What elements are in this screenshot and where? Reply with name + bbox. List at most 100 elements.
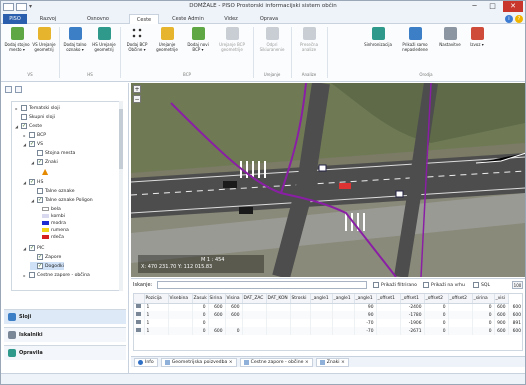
tab-road-closures[interactable]: Cestne zapore - občine × [239,357,313,367]
tab-oprava[interactable]: Oprava [253,14,285,24]
table-cell[interactable]: 0 [472,311,495,319]
table-cell[interactable]: 600 [208,303,226,311]
table-cell[interactable] [310,327,333,335]
add-new-bcp-button[interactable]: Dodaj novi BCP ▾ [184,27,212,52]
column-header[interactable]: Visina [225,294,243,304]
table-cell[interactable]: 600 [494,303,509,311]
table-cell[interactable] [225,319,243,327]
layer-checkbox[interactable] [37,150,43,156]
table-cell[interactable]: 600 [494,311,509,319]
table-cell[interactable]: 0 [424,319,449,327]
table-cell[interactable]: 0 [192,319,209,327]
table-cell[interactable]: -1906 [400,319,425,327]
add-road-marking-button[interactable]: Dodaj talno oznako ▾ [61,27,89,52]
count-button[interactable]: 100 [512,281,523,289]
table-cell[interactable] [208,319,226,327]
table-cell[interactable]: 0 [472,303,495,311]
map-view[interactable]: + − M 1 : 454 X: 470 231.70 Y: 112 015.8… [131,83,525,277]
table-cell[interactable]: -70 [354,327,377,335]
show-filtered-option[interactable]: Prikaži filtrirano [373,282,417,288]
layer-checkbox[interactable] [29,179,35,185]
table-cell[interactable] [376,311,401,319]
table-cell[interactable] [266,311,291,319]
table-cell[interactable] [332,327,355,335]
checkbox[interactable] [473,282,479,288]
table-cell[interactable]: 600 [508,311,522,319]
collapse-icon[interactable]: ◢ [30,160,35,165]
scrollbar-thumb[interactable] [119,109,123,169]
table-cell[interactable]: 600 [225,303,243,311]
table-cell[interactable]: 0 [192,303,209,311]
row-icon-cell[interactable] [134,311,145,319]
tree-node-pic[interactable]: ◢ PIC [22,244,44,252]
table-cell[interactable] [290,319,311,327]
search-input[interactable] [157,281,367,289]
table-cell[interactable]: 0 [424,303,449,311]
expand-icon[interactable]: ▸ [22,273,27,278]
column-header[interactable]: DAT_KON [266,294,291,304]
table-cell[interactable]: 1 [144,319,169,327]
table-cell[interactable]: 1 [144,303,169,311]
collapse-icon[interactable]: ◢ [22,246,27,251]
sync-button[interactable]: Sinhronizacija [361,27,395,47]
accordion-sloji[interactable]: Sloji [4,309,126,324]
minimize-button[interactable]: ─ [467,1,482,12]
table-cell[interactable] [290,327,311,335]
column-header[interactable]: _offset2 [448,294,473,304]
table-cell[interactable] [448,311,473,319]
table-cell[interactable]: -1780 [400,311,425,319]
layer-checkbox[interactable] [37,159,43,165]
tab-ceste[interactable]: Ceste [129,14,159,24]
table-cell[interactable] [266,319,291,327]
table-cell[interactable]: 891 [508,319,522,327]
table-cell[interactable] [290,303,311,311]
table-cell[interactable]: -2400 [400,303,425,311]
zoom-out-button[interactable]: − [133,95,141,103]
column-header[interactable]: _offset1 [376,294,401,304]
expand-all-icon[interactable] [5,86,12,93]
tree-node-ceste[interactable]: ◢ Ceste [14,122,42,130]
zoom-in-button[interactable]: + [133,85,141,93]
checkbox[interactable] [373,282,379,288]
export-button[interactable]: Izvoz ▾ [467,27,487,47]
tree-node-bcp[interactable]: ▸ BCP [22,131,46,139]
column-header[interactable]: DAT_ZAC [242,294,267,304]
table-cell[interactable]: 1 [144,327,169,335]
table-cell[interactable]: 0 [472,319,495,327]
tab-info[interactable]: Info [134,357,158,367]
layer-checkbox[interactable] [29,141,35,147]
collapse-icon[interactable]: ◢ [22,180,27,185]
collapse-icon[interactable]: ◢ [30,198,35,203]
row-icon-cell[interactable] [134,327,145,335]
tree-node-hs[interactable]: ◢ HS [22,178,43,186]
maximize-button[interactable]: □ [485,1,500,12]
table-cell[interactable]: 1 [144,311,169,319]
table-cell[interactable]: -2671 [400,327,425,335]
settings-button[interactable]: Nastavitve [435,27,465,47]
expand-icon[interactable]: ▸ [14,106,19,111]
row-icon-cell[interactable] [134,303,145,311]
accordion-opravila[interactable]: Opravila [4,345,126,360]
collapse-icon[interactable]: ◢ [22,142,27,147]
layer-checkbox[interactable] [29,245,35,251]
table-row[interactable]: 1 0 -70 -1906 0 0 900 891 [134,319,522,327]
layer-checkbox[interactable] [29,132,35,138]
table-cell[interactable] [310,311,333,319]
table-cell[interactable]: 600 [508,303,522,311]
tree-node-cestne-zapore[interactable]: ▸ Cestne zapore - občina [22,271,90,279]
table-cell[interactable] [242,303,267,311]
table-cell[interactable]: 0 [192,327,209,335]
table-cell[interactable]: -70 [354,319,377,327]
info-icon[interactable]: i [505,15,513,23]
table-cell[interactable] [310,319,333,327]
tab-geometric-query[interactable]: Geometrijska poizvedba × [160,357,237,367]
table-cell[interactable]: 600 [225,311,243,319]
table-cell[interactable] [448,327,473,335]
show-only-button[interactable]: Prikaži samo nepasledene [397,27,433,52]
expand-icon[interactable]: ▸ [22,133,27,138]
table-cell[interactable] [266,303,291,311]
table-cell[interactable]: 600 [494,327,509,335]
table-cell[interactable] [242,327,267,335]
add-stand-button[interactable]: Dodaj stojno mesto ▾ [4,27,30,52]
table-cell[interactable] [168,319,193,327]
